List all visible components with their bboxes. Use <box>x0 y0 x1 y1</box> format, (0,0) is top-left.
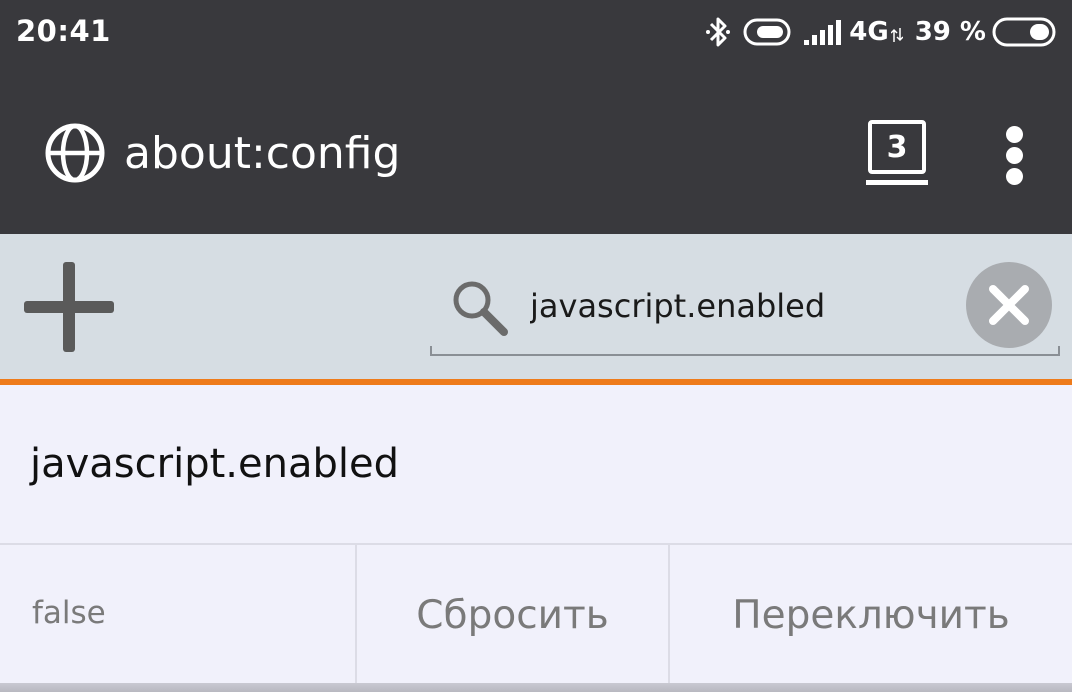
battery-icon <box>992 17 1056 47</box>
bluetooth-icon <box>706 17 731 47</box>
reset-button[interactable]: Сбросить <box>357 545 670 685</box>
search-icon <box>453 281 508 336</box>
preference-name: javascript.enabled <box>30 441 399 487</box>
preference-row[interactable]: javascript.enabled <box>0 385 1072 543</box>
app-bar: about:config 3 <box>0 66 1072 234</box>
toggle-icon <box>743 18 791 46</box>
preference-actions: false Сбросить Переключить <box>0 543 1072 685</box>
search-input[interactable] <box>530 278 950 334</box>
globe-icon <box>45 123 105 183</box>
battery-percent: 39 % <box>914 17 986 47</box>
status-bar: 20:41 4G 39 % <box>0 0 1072 66</box>
tabs-button[interactable]: 3 <box>866 118 928 186</box>
signal-icon <box>804 20 842 45</box>
status-icons: 4G 39 % <box>693 12 1058 52</box>
overflow-menu-icon[interactable] <box>996 122 1036 188</box>
status-time: 20:41 <box>16 14 111 48</box>
tabs-underline <box>866 180 928 185</box>
toggle-button[interactable]: Переключить <box>670 545 1072 685</box>
preference-value-cell: false <box>0 545 357 685</box>
add-icon[interactable] <box>24 262 114 352</box>
network-type: 4G <box>849 17 889 47</box>
tabs-icon: 3 <box>868 120 926 174</box>
data-arrows-icon <box>890 28 903 42</box>
preference-value: false <box>32 595 106 631</box>
tab-count: 3 <box>886 129 908 165</box>
url-bar[interactable]: about:config <box>124 124 400 184</box>
bottom-divider <box>0 683 1072 692</box>
clear-icon[interactable] <box>966 262 1052 348</box>
